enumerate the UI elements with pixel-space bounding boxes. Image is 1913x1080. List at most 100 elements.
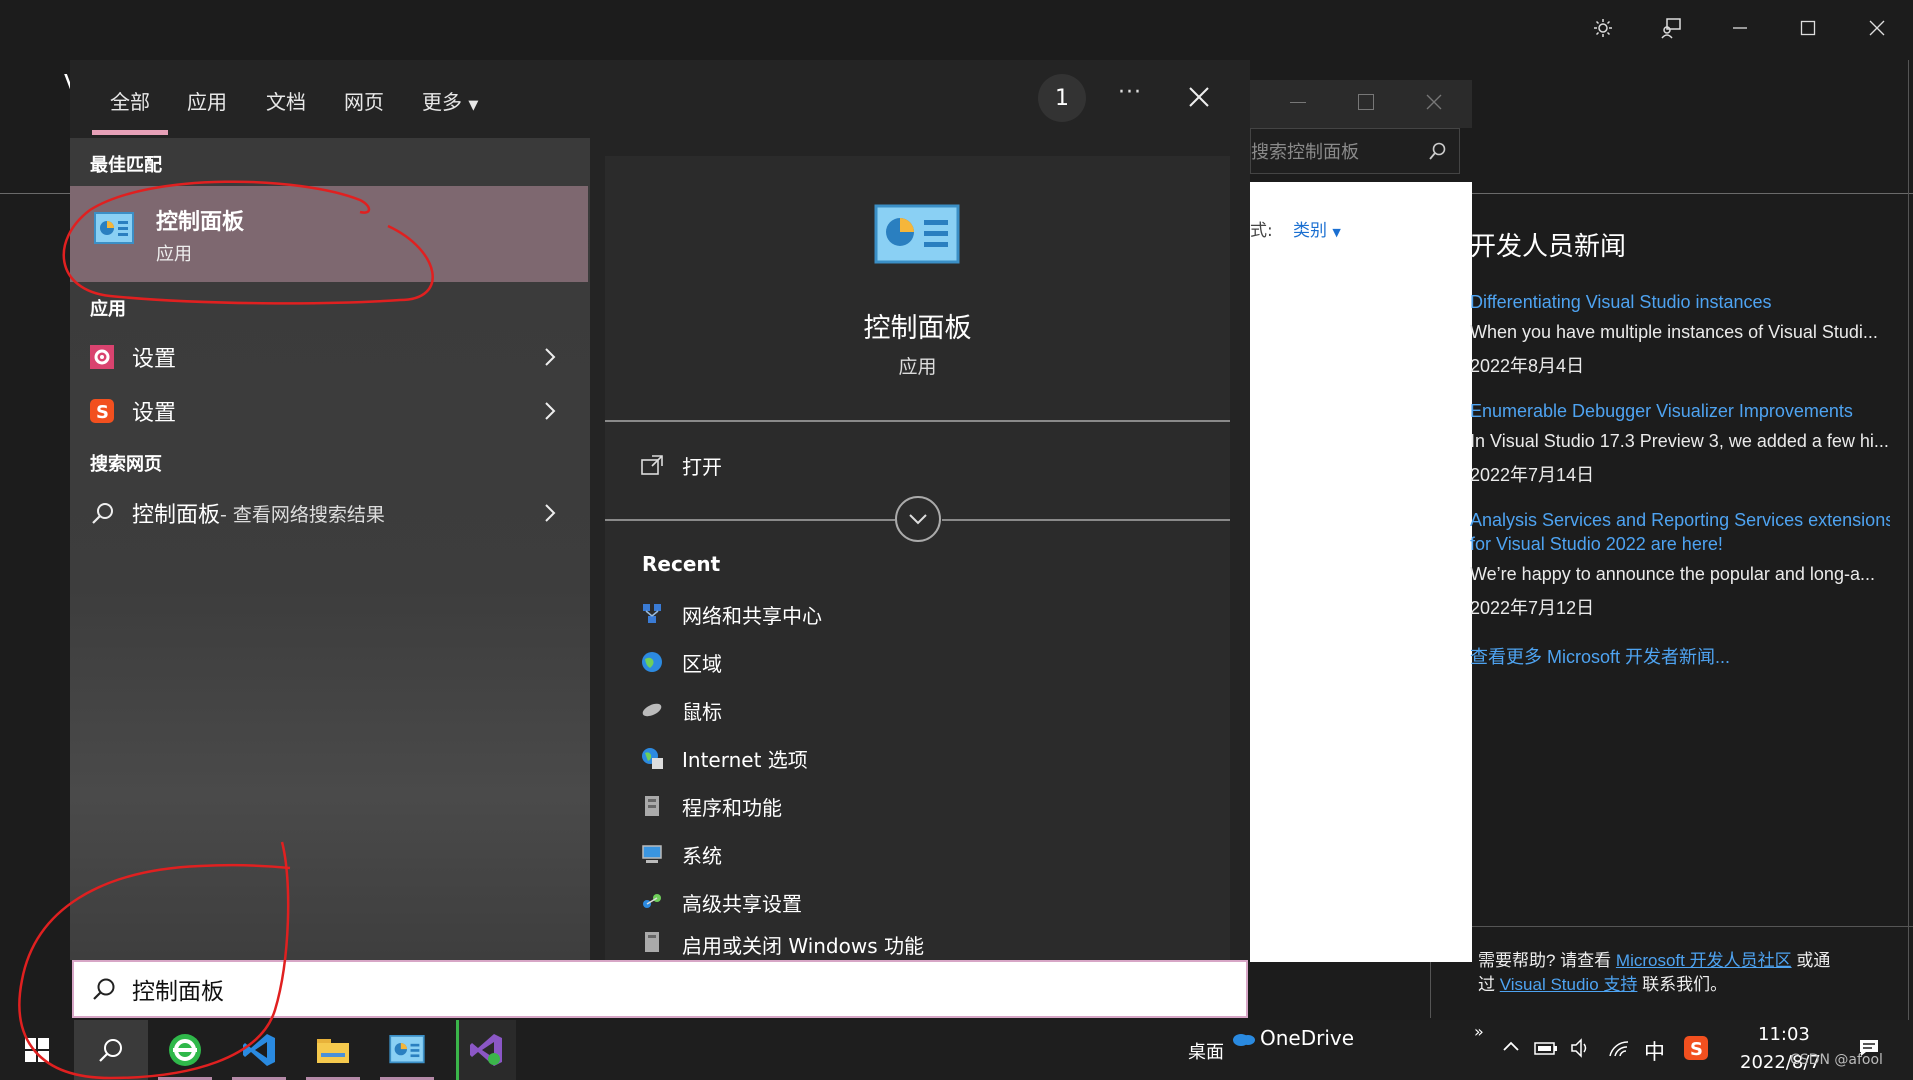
app-result-label: 设置	[132, 347, 177, 372]
news-item-title-line2[interactable]: for Visual Studio 2022 are here!	[1470, 534, 1890, 555]
recent-heading: Recent	[642, 552, 721, 576]
news-item-date: 2022年7月12日	[1470, 598, 1595, 618]
recent-item[interactable]: 鼠标	[640, 690, 722, 730]
notification-icon[interactable]	[1858, 1038, 1880, 1058]
tab-documents[interactable]: 文档	[266, 86, 306, 115]
control-panel-search[interactable]: 搜索控制面板	[1250, 128, 1460, 174]
feedback-button[interactable]	[1636, 0, 1706, 56]
onedrive-toolbar[interactable]: OneDrive	[1232, 1026, 1354, 1050]
ime-indicator[interactable]: 中	[1644, 1036, 1665, 1066]
chevron-right-icon[interactable]	[544, 503, 556, 523]
control-panel-titlebar	[1250, 80, 1472, 128]
maximize-icon[interactable]	[1358, 94, 1374, 110]
app-result-sogou-settings[interactable]: S 设置	[70, 386, 588, 436]
community-link[interactable]: Microsoft 开发人员社区	[1616, 951, 1792, 970]
recent-item-label: 网络和共享中心	[682, 603, 822, 628]
control-panel-search-input[interactable]: 搜索控制面板	[1251, 138, 1429, 164]
recent-item[interactable]: 系统	[640, 834, 722, 874]
sogou-tray-icon[interactable]: S	[1684, 1036, 1708, 1060]
divider	[942, 519, 1230, 521]
chevron-up-icon[interactable]	[1502, 1040, 1520, 1052]
settings-icon	[90, 345, 114, 369]
theme-button[interactable]	[1568, 0, 1638, 56]
view-by-dropdown[interactable]: 类别 ▼	[1293, 216, 1341, 241]
open-icon	[640, 453, 664, 477]
close-button[interactable]	[1841, 0, 1913, 56]
recent-item[interactable]: Internet 选项	[640, 738, 808, 778]
search-box[interactable]: 控制面板	[72, 960, 1248, 1018]
recent-item-label: 鼠标	[682, 699, 722, 724]
news-more-link[interactable]: 查看更多 Microsoft 开发者新闻...	[1470, 643, 1890, 669]
recent-item-label: 启用或关闭 Windows 功能	[682, 934, 924, 958]
toolbar-overflow-icon[interactable]: »	[1474, 1022, 1484, 1041]
recent-item[interactable]: 程序和功能	[640, 786, 782, 826]
folder-icon	[315, 1035, 351, 1065]
start-button[interactable]	[0, 1020, 74, 1080]
vs-border	[1908, 60, 1909, 1020]
tab-all[interactable]: 全部	[110, 86, 150, 115]
volume-icon[interactable]	[1570, 1038, 1592, 1058]
recent-item-label: 程序和功能	[682, 795, 782, 820]
chevron-right-icon[interactable]	[544, 401, 556, 421]
open-action[interactable]: 打开	[640, 445, 722, 485]
app-result-label: 设置	[132, 401, 177, 426]
recent-item[interactable]: 启用或关闭 Windows 功能	[640, 930, 924, 960]
recent-item-label: 区域	[682, 651, 722, 676]
flyout-close-button[interactable]	[1188, 86, 1210, 108]
taskbar-visual-studio-installer[interactable]	[456, 1020, 516, 1080]
sogou-icon: S	[90, 399, 114, 423]
news-item-title[interactable]: Analysis Services and Reporting Services…	[1470, 510, 1890, 531]
recent-item[interactable]: 高级共享设置	[640, 882, 802, 922]
tab-apps[interactable]: 应用	[187, 86, 227, 115]
tab-more[interactable]: 更多 ▼	[422, 86, 478, 115]
recent-item[interactable]: 区域	[640, 642, 722, 682]
tab-web[interactable]: 网页	[344, 86, 384, 115]
tab-more-label: 更多	[422, 90, 462, 114]
taskbar-browser[interactable]	[148, 1020, 222, 1080]
programs-icon	[640, 794, 664, 818]
active-tab-indicator	[92, 130, 168, 135]
recent-item-label: 系统	[682, 843, 722, 868]
support-link[interactable]: Visual Studio 支持	[1500, 975, 1638, 994]
desktop-toolbar[interactable]: 桌面	[1188, 1038, 1224, 1064]
battery-icon[interactable]	[1534, 1040, 1558, 1056]
expand-button[interactable]	[895, 496, 941, 542]
search-icon	[1429, 142, 1447, 160]
maximize-button[interactable]	[1773, 0, 1843, 56]
close-icon[interactable]	[1426, 94, 1442, 110]
open-label: 打开	[682, 454, 722, 479]
best-match-heading: 最佳匹配	[90, 155, 162, 176]
search-button[interactable]	[74, 1020, 148, 1080]
view-by-label: 式:	[1250, 221, 1273, 241]
windows-logo-icon	[25, 1038, 49, 1062]
best-match-result[interactable]: 控制面板 应用	[70, 186, 588, 282]
minimize-button[interactable]	[1705, 0, 1775, 56]
news-item-title[interactable]: Differentiating Visual Studio instances	[1470, 292, 1890, 313]
minimize-icon[interactable]	[1290, 102, 1306, 103]
search-icon	[92, 502, 114, 524]
search-icon	[98, 1037, 124, 1063]
close-icon	[1869, 20, 1885, 36]
more-options-button[interactable]: ···	[1118, 80, 1142, 105]
chevron-right-icon[interactable]	[544, 347, 556, 367]
close-icon	[1188, 86, 1210, 108]
taskbar-file-explorer[interactable]	[296, 1020, 370, 1080]
search-input[interactable]: 控制面板	[132, 972, 224, 1006]
clock-time[interactable]: 11:03	[1758, 1024, 1810, 1045]
taskbar-vscode[interactable]	[222, 1020, 296, 1080]
feedback-icon	[1660, 17, 1682, 39]
help-text: 联系我们。	[1637, 975, 1728, 994]
news-item-title[interactable]: Enumerable Debugger Visualizer Improveme…	[1470, 401, 1890, 422]
app-result-settings[interactable]: 设置	[70, 332, 588, 382]
search-icon	[92, 977, 116, 1001]
taskbar-control-panel[interactable]	[370, 1020, 444, 1080]
minimize-icon	[1732, 20, 1748, 36]
vs-divider	[1472, 193, 1913, 194]
web-search-suffix: - 查看网络搜索结果	[220, 503, 385, 526]
web-search-result[interactable]: 控制面板 - 查看网络搜索结果	[70, 488, 588, 538]
rewards-badge[interactable]: 1	[1038, 74, 1086, 122]
wifi-icon[interactable]	[1608, 1038, 1630, 1058]
caret-down-icon: ▼	[1332, 226, 1341, 239]
recent-item[interactable]: 网络和共享中心	[640, 594, 822, 634]
news-heading: 开发人员新闻	[1470, 232, 1627, 262]
